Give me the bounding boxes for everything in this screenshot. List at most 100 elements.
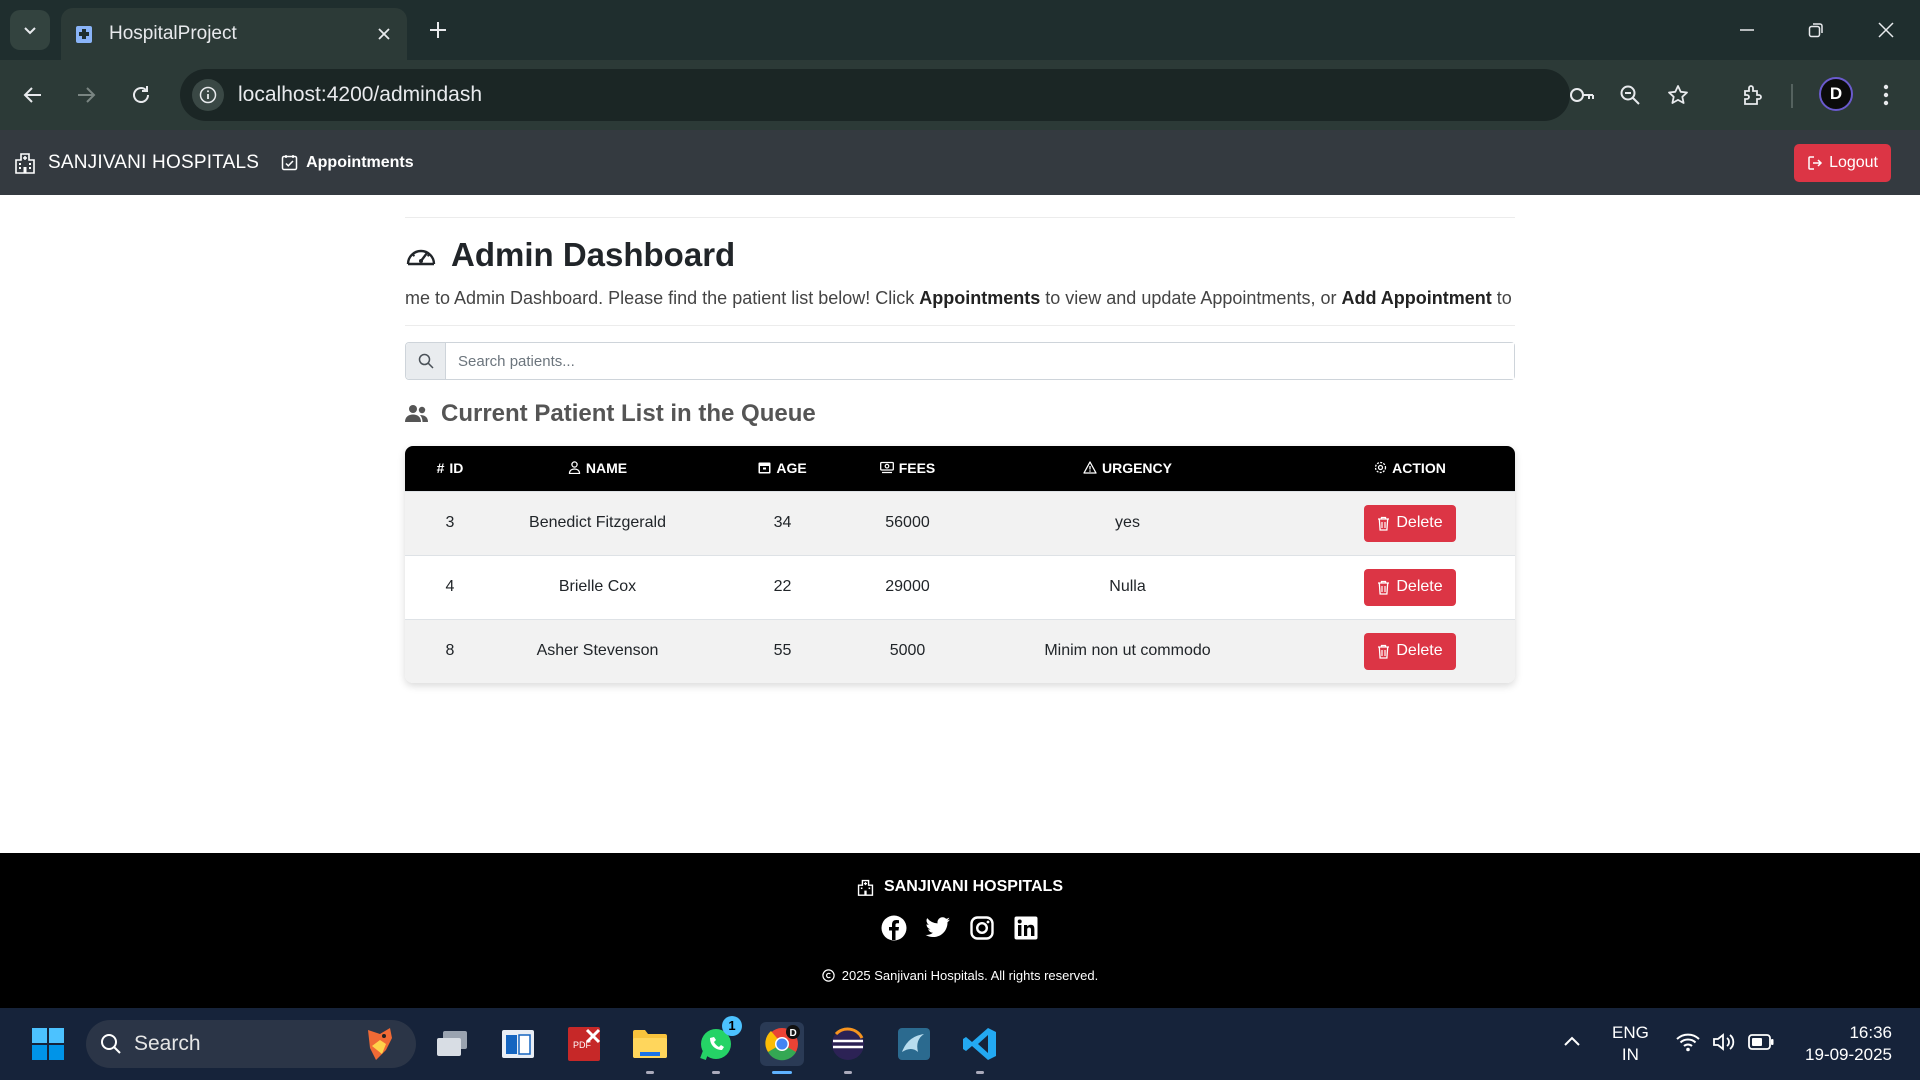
- delete-button[interactable]: Delete: [1364, 504, 1456, 542]
- app-open-indicator: [712, 1071, 720, 1074]
- footer: SANJIVANI HOSPITALS 2025 Sanjivani Hospi…: [0, 853, 1920, 1008]
- cell-name: Benedict Fitzgerald: [529, 514, 666, 531]
- page-header: Admin Dashboard: [405, 236, 1515, 274]
- taskbar-eclipse[interactable]: [826, 1022, 870, 1074]
- welcome-bold-add-appointment: Add Appointment: [1341, 288, 1492, 308]
- browser-tab[interactable]: HospitalProject: [61, 8, 407, 60]
- folder-icon: [632, 1028, 668, 1060]
- taskbar-search[interactable]: Search: [86, 1020, 416, 1068]
- bookmark-star-icon[interactable]: [1662, 79, 1694, 111]
- windows-logo-icon: [31, 1027, 65, 1061]
- footer-brand-name: SANJIVANI HOSPITALS: [884, 878, 1063, 895]
- main-content: Admin Dashboard me to Admin Dashboard. P…: [405, 217, 1515, 683]
- app-navbar: SANJIVANI HOSPITALS Appointments Logout: [0, 130, 1920, 195]
- pdf-icon: PDF: [567, 1026, 601, 1062]
- taskbar-file-explorer[interactable]: [628, 1022, 672, 1074]
- mysql-workbench-icon: [896, 1026, 932, 1062]
- cell-urgency: yes: [1115, 514, 1140, 531]
- start-button[interactable]: [26, 1022, 70, 1066]
- site-info-icon[interactable]: [192, 79, 224, 111]
- app-open-indicator: [772, 1071, 792, 1074]
- logout-button[interactable]: Logout: [1794, 144, 1891, 182]
- cell-urgency: Minim non ut commodo: [1044, 642, 1211, 660]
- close-window-icon[interactable]: [1870, 14, 1902, 46]
- divider: [405, 217, 1515, 218]
- cell-id: 8: [445, 642, 455, 660]
- restore-icon[interactable]: [1800, 14, 1832, 46]
- delete-label: Delete: [1396, 514, 1443, 531]
- search-patients-input[interactable]: [446, 343, 1514, 379]
- header-label: URGENCY: [1101, 459, 1172, 476]
- cell-id: 4: [445, 578, 455, 595]
- delete-button[interactable]: Delete: [1364, 568, 1456, 606]
- forward-arrow-icon[interactable]: [67, 76, 105, 114]
- profile-avatar[interactable]: D: [1819, 77, 1853, 111]
- brand-name: SANJIVANI HOSPITALS: [48, 151, 260, 173]
- cell-age: 22: [773, 578, 792, 595]
- navbar-brand[interactable]: SANJIVANI HOSPITALS: [14, 152, 259, 174]
- chevron-up-icon[interactable]: [1563, 1035, 1581, 1047]
- facebook-icon[interactable]: [881, 915, 907, 941]
- table-row: 3 Benedict Fitzgerald 34 56000 yes Delet…: [405, 491, 1515, 555]
- tab-search-button[interactable]: [10, 10, 50, 50]
- cell-age: 55: [773, 642, 792, 660]
- delete-button[interactable]: Delete: [1364, 632, 1456, 670]
- app-open-indicator: [976, 1071, 984, 1074]
- taskbar-pdf-app[interactable]: PDF: [562, 1022, 606, 1066]
- header-action: ACTION: [1305, 446, 1515, 491]
- toolbar-divider: [1791, 84, 1793, 108]
- cell-name: Asher Stevenson: [536, 642, 659, 660]
- taskbar-whatsapp[interactable]: 1: [694, 1016, 742, 1074]
- taskbar-chrome[interactable]: D: [760, 1022, 804, 1074]
- more-menu-icon[interactable]: [1868, 77, 1904, 113]
- nav-link-appointments[interactable]: Appointments: [281, 154, 414, 172]
- calendar-icon: [758, 461, 771, 474]
- calendar-check-icon: [281, 154, 298, 171]
- welcome-text-part: to view and update Appointments, or: [1040, 288, 1342, 308]
- cell-fees: 5000: [889, 642, 926, 660]
- taskbar-vscode[interactable]: [958, 1022, 1002, 1074]
- address-bar[interactable]: localhost:4200/admindash: [180, 69, 1688, 121]
- wifi-icon[interactable]: [1676, 1032, 1700, 1052]
- language-indicator[interactable]: ENG IN: [1612, 1022, 1649, 1066]
- chrome-icon: D: [763, 1025, 801, 1063]
- header-label: FEES: [898, 459, 936, 476]
- hospital-favicon-icon: [73, 23, 95, 45]
- welcome-text-part: me to Admin Dashboard. Please find the p…: [405, 288, 920, 308]
- person-icon: [568, 461, 581, 474]
- close-tab-icon[interactable]: [373, 23, 395, 45]
- taskbar-store-app[interactable]: [496, 1022, 540, 1066]
- search-group: [405, 342, 1515, 380]
- table-row: 4 Brielle Cox 22 29000 Nulla Delete: [405, 555, 1515, 619]
- region-code: IN: [1621, 1045, 1639, 1064]
- password-key-icon[interactable]: [1566, 79, 1598, 111]
- trash-icon: [1377, 644, 1390, 659]
- table-row: 8 Asher Stevenson 55 5000 Minim non ut c…: [405, 619, 1515, 683]
- patient-table-container: # ID NAME AGE FEES URGENCY ACTION 3 Bened…: [405, 446, 1515, 683]
- reload-icon[interactable]: [122, 76, 160, 114]
- new-tab-icon[interactable]: [424, 16, 452, 44]
- copyright: 2025 Sanjivani Hospitals. All rights res…: [0, 968, 1920, 983]
- back-arrow-icon[interactable]: [14, 76, 52, 114]
- volume-icon[interactable]: [1712, 1032, 1736, 1052]
- taskbar-search-label: Search: [134, 1032, 201, 1055]
- section-header: Current Patient List in the Queue: [405, 400, 1515, 428]
- extensions-icon[interactable]: [1735, 77, 1771, 113]
- patient-table: # ID NAME AGE FEES URGENCY ACTION 3 Bened…: [405, 446, 1515, 683]
- task-view-button[interactable]: [430, 1022, 474, 1066]
- minimize-icon[interactable]: [1731, 14, 1763, 46]
- taskbar-mysql-workbench[interactable]: [892, 1022, 936, 1066]
- clock-time: 16:36: [1849, 1023, 1892, 1042]
- cell-id: 3: [445, 514, 455, 531]
- zoom-icon[interactable]: [1614, 79, 1646, 111]
- linkedin-icon[interactable]: [1013, 915, 1039, 941]
- battery-icon[interactable]: [1748, 1033, 1774, 1051]
- app-open-indicator: [844, 1071, 852, 1074]
- header-urgency: URGENCY: [950, 446, 1305, 491]
- trash-icon: [1377, 516, 1390, 531]
- instagram-icon[interactable]: [969, 915, 995, 941]
- system-clock[interactable]: 16:36 19-09-2025: [1805, 1022, 1892, 1066]
- cell-name: Brielle Cox: [558, 578, 637, 595]
- whatsapp-badge: 1: [722, 1016, 742, 1036]
- twitter-icon[interactable]: [925, 915, 951, 941]
